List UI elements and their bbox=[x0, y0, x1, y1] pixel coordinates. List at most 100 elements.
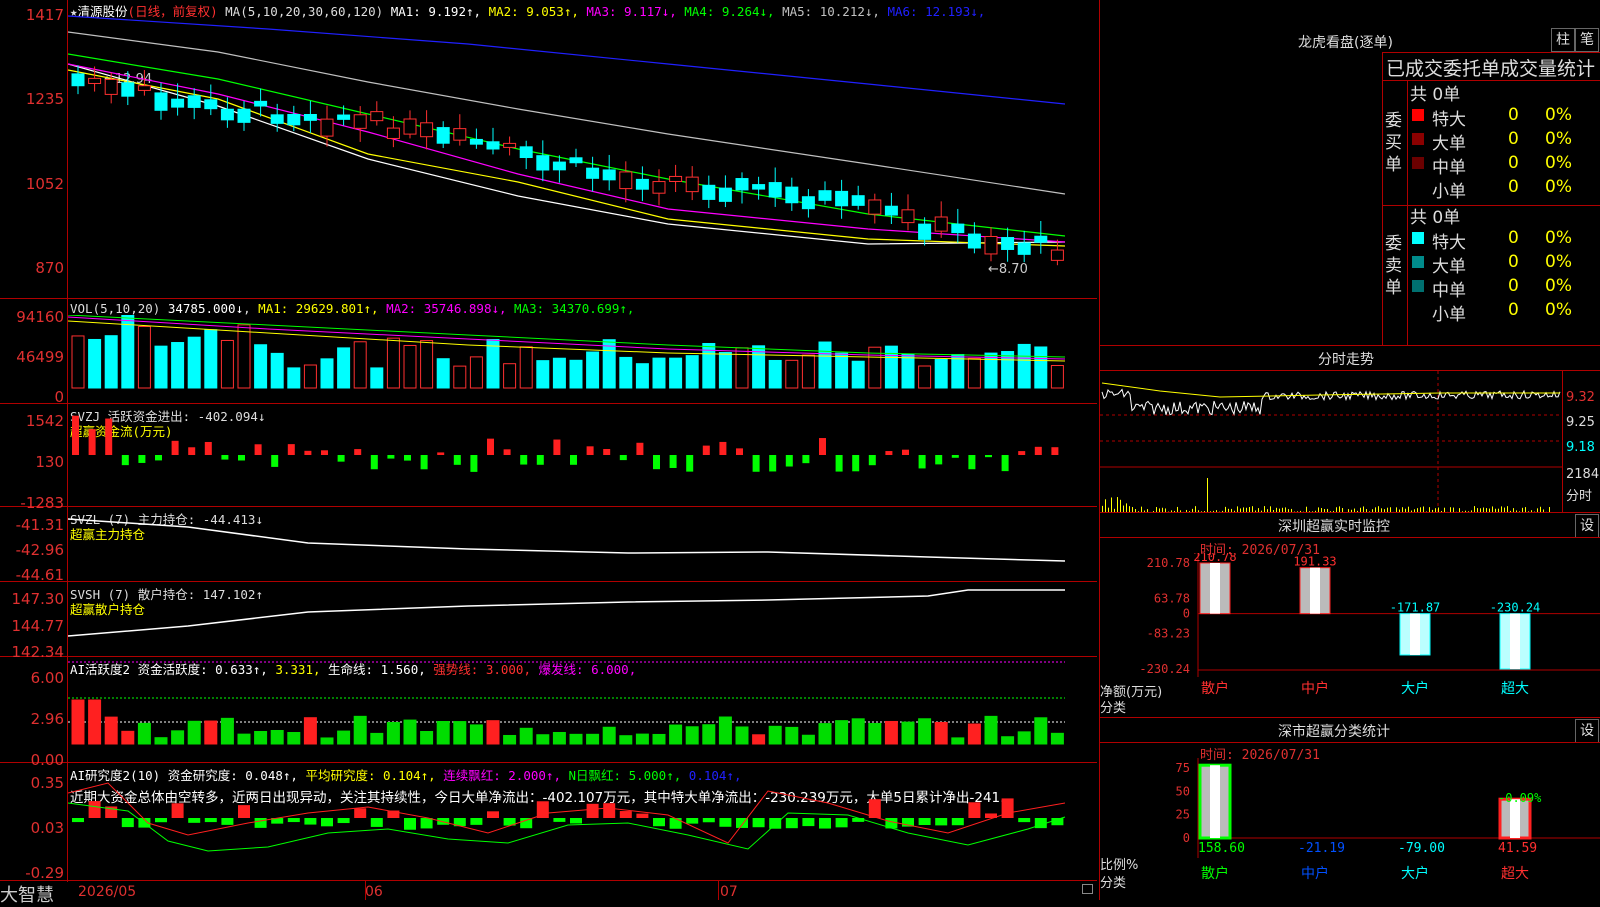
fund-flow-bar bbox=[819, 438, 826, 455]
fund-flow-bar bbox=[852, 455, 859, 471]
candle bbox=[321, 119, 333, 136]
longhu-panel: 龙虎看盘(逐单) 柱 笔 已成交委托单成交量统计 委买单共 0单特大00%大单0… bbox=[1100, 0, 1600, 345]
svzl-y-tick: -41.31 bbox=[0, 516, 64, 534]
research-bar bbox=[603, 803, 615, 818]
fund-flow-chart[interactable] bbox=[68, 404, 1096, 506]
research-bar bbox=[354, 808, 366, 818]
research-bar bbox=[470, 818, 482, 825]
ai-active-chart[interactable] bbox=[68, 657, 1096, 762]
fund-flow-bar bbox=[587, 446, 594, 455]
intraday-panel[interactable]: 分时走势 9.32 9.25 9.18 2184 分时 bbox=[1100, 346, 1600, 512]
vol-y-tick: 94160 bbox=[0, 308, 64, 326]
research-bar bbox=[703, 818, 715, 822]
candle bbox=[952, 224, 964, 232]
candlestick-chart[interactable] bbox=[68, 14, 1096, 298]
ai-research-chart[interactable] bbox=[68, 763, 1096, 880]
monitor-bar-highlight bbox=[1410, 614, 1420, 655]
activity-bar bbox=[520, 728, 532, 744]
candle bbox=[902, 210, 914, 223]
activity-bar bbox=[1018, 732, 1030, 744]
monitor-category: 大户 bbox=[1401, 680, 1429, 697]
order-label: 中单 bbox=[1432, 276, 1466, 301]
svzj-y-tick: 1542 bbox=[0, 412, 64, 430]
classify-y-tick: 50 bbox=[1176, 784, 1190, 798]
classify-bar-highlight bbox=[1210, 765, 1220, 838]
research-bar bbox=[89, 801, 101, 818]
monitor-value-label: -230.24 bbox=[1490, 601, 1541, 615]
monitor-y-tick: 63.78 bbox=[1154, 591, 1190, 605]
fund-flow-bar bbox=[172, 441, 179, 455]
candle bbox=[885, 206, 897, 215]
research-bar bbox=[852, 818, 864, 822]
classify-settings-button[interactable]: 设 bbox=[1575, 719, 1599, 743]
fund-flow-bar bbox=[885, 451, 892, 455]
classify-value-label: -79.00 bbox=[1398, 841, 1445, 856]
research-bar bbox=[952, 818, 964, 825]
volume-bar bbox=[587, 352, 599, 388]
activity-bar bbox=[603, 727, 615, 744]
activity-bar bbox=[985, 716, 997, 744]
volume-bar bbox=[1018, 344, 1030, 388]
main-chart-area[interactable]: ★清源股份(日线，前复权) MA(5,10,20,30,60,120) MA1:… bbox=[0, 0, 1097, 900]
volume-bar bbox=[138, 327, 150, 388]
longhu-title: 龙虎看盘(逐单) bbox=[1298, 32, 1393, 52]
candle bbox=[404, 119, 416, 134]
activity-bar bbox=[437, 721, 449, 744]
intraday-y-tick: 9.25 bbox=[1566, 415, 1595, 430]
activity-bar bbox=[255, 731, 267, 744]
classify-bar-highlight bbox=[1510, 799, 1520, 838]
candle bbox=[122, 83, 134, 96]
candle bbox=[836, 191, 848, 205]
volume-bar bbox=[852, 361, 864, 388]
order-count: 0 bbox=[1508, 129, 1519, 149]
monitor-bar-chart[interactable]: 210.7863.780-83.23-230.24210.78散户191.33中… bbox=[1100, 553, 1600, 717]
fund-flow-bar bbox=[620, 455, 627, 460]
research-bar bbox=[205, 818, 217, 822]
volume-bar bbox=[520, 347, 532, 388]
x-axis-label: 2026/05 bbox=[78, 884, 136, 900]
intraday-volume-bar bbox=[1207, 478, 1208, 512]
research-bar bbox=[686, 818, 698, 824]
intraday-title: 分时走势 bbox=[1318, 349, 1374, 369]
volume-bar bbox=[919, 366, 931, 388]
ai-research-y-tick: -0.29 bbox=[0, 864, 64, 882]
activity-bar bbox=[1051, 733, 1063, 744]
fund-flow-bar bbox=[404, 455, 411, 461]
candle bbox=[819, 191, 831, 201]
candle bbox=[703, 185, 715, 199]
legend-swatch bbox=[1412, 109, 1424, 121]
activity-bar bbox=[869, 724, 881, 744]
legend-swatch bbox=[1412, 280, 1424, 292]
research-bar bbox=[802, 818, 814, 826]
svsh-y-tick: 144.77 bbox=[0, 617, 64, 635]
legend-swatch bbox=[1412, 304, 1424, 316]
activity-bar bbox=[836, 721, 848, 744]
fund-flow-bar bbox=[122, 455, 129, 465]
volume-bar bbox=[553, 358, 565, 388]
fund-flow-bar bbox=[719, 442, 726, 455]
monitor-y-tick: 0 bbox=[1183, 607, 1190, 621]
classify-value-label: 41.59 bbox=[1498, 841, 1537, 856]
research-bar bbox=[238, 805, 250, 818]
candle bbox=[719, 188, 731, 201]
fund-flow-bar bbox=[89, 429, 96, 455]
intraday-volume-bar bbox=[1117, 497, 1118, 512]
classify-bar-chart[interactable]: 7550250158.60散户-21.19中户-79.00大户41.59超大-0… bbox=[1100, 758, 1600, 900]
volume-bar bbox=[321, 359, 333, 388]
monitor-settings-button[interactable]: 设 bbox=[1575, 514, 1599, 538]
fund-flow-bar bbox=[919, 455, 926, 468]
fund-flow-bar bbox=[1002, 455, 1009, 471]
intraday-chart[interactable] bbox=[1100, 371, 1562, 512]
kline-y-tick: 870 bbox=[0, 259, 64, 277]
fund-flow-bar bbox=[105, 419, 112, 455]
main-position-chart[interactable] bbox=[68, 507, 1096, 581]
research-bar bbox=[371, 818, 383, 827]
lock-icon[interactable] bbox=[1082, 884, 1093, 894]
volume-chart[interactable] bbox=[68, 315, 1096, 403]
fund-flow-bar bbox=[537, 455, 544, 465]
tick-view-button[interactable]: 笔 bbox=[1575, 28, 1599, 52]
research-bar bbox=[421, 818, 433, 828]
retail-position-chart[interactable] bbox=[68, 582, 1096, 656]
candle bbox=[221, 109, 233, 120]
bar-view-button[interactable]: 柱 bbox=[1551, 28, 1575, 52]
